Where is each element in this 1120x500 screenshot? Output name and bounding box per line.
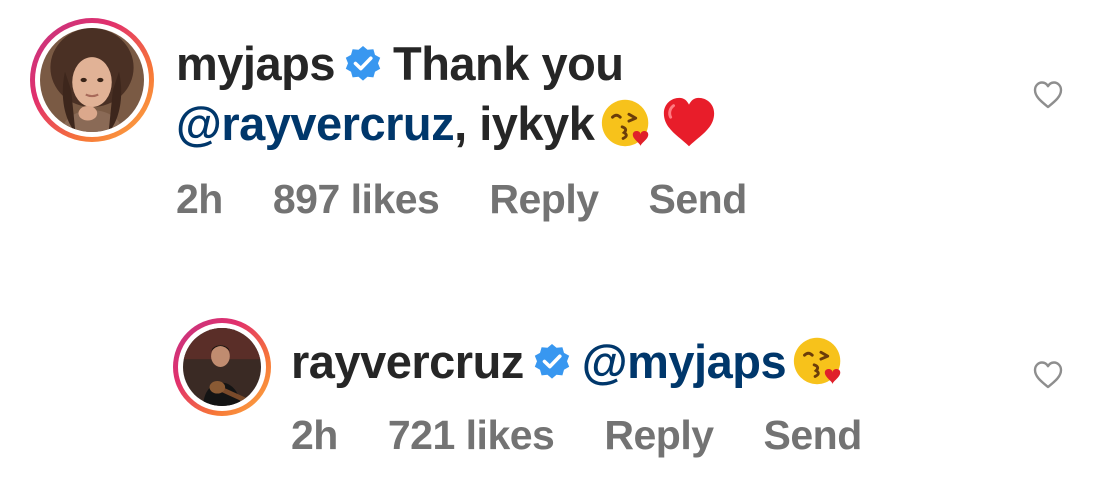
story-ring[interactable] bbox=[173, 318, 271, 416]
send-button[interactable]: Send bbox=[764, 410, 863, 460]
comment-text: myjaps Thank you @rayvercruz, iykyk bbox=[176, 34, 1090, 154]
likes-count[interactable]: 721 likes bbox=[388, 410, 555, 460]
reply-button[interactable]: Reply bbox=[604, 410, 714, 460]
avatar[interactable] bbox=[40, 28, 144, 132]
likes-count[interactable]: 897 likes bbox=[273, 174, 440, 224]
comment-message-suffix: , iykyk bbox=[454, 97, 595, 150]
kissing-face-emoji bbox=[790, 332, 848, 390]
avatar[interactable] bbox=[183, 328, 261, 406]
username[interactable]: rayvercruz bbox=[291, 335, 524, 388]
comment-meta: 2h 721 likes Reply Send bbox=[291, 410, 1090, 460]
kissing-face-emoji bbox=[598, 94, 656, 152]
verified-badge-icon bbox=[532, 342, 572, 382]
timestamp[interactable]: 2h bbox=[176, 174, 223, 224]
verified-badge-icon bbox=[343, 44, 383, 84]
like-heart-icon[interactable] bbox=[1032, 80, 1064, 110]
send-button[interactable]: Send bbox=[649, 174, 748, 224]
story-ring[interactable] bbox=[30, 18, 154, 142]
reply-comment: rayvercruz @myjaps 2h 721 likes Reply Send bbox=[173, 318, 1090, 460]
mention-link[interactable]: @rayvercruz bbox=[176, 97, 455, 150]
comment: myjaps Thank you @rayvercruz, iykyk 2h 897 … bbox=[30, 18, 1090, 224]
like-heart-icon[interactable] bbox=[1032, 360, 1064, 390]
comment-message: Thank you bbox=[392, 37, 624, 90]
comment-meta: 2h 897 likes Reply Send bbox=[176, 174, 1090, 224]
timestamp[interactable]: 2h bbox=[291, 410, 338, 460]
mention-link[interactable]: @myjaps bbox=[582, 335, 787, 388]
reply-button[interactable]: Reply bbox=[489, 174, 599, 224]
username[interactable]: myjaps bbox=[176, 37, 335, 90]
comment-text: rayvercruz @myjaps bbox=[291, 332, 1090, 392]
red-heart-emoji bbox=[660, 94, 718, 152]
